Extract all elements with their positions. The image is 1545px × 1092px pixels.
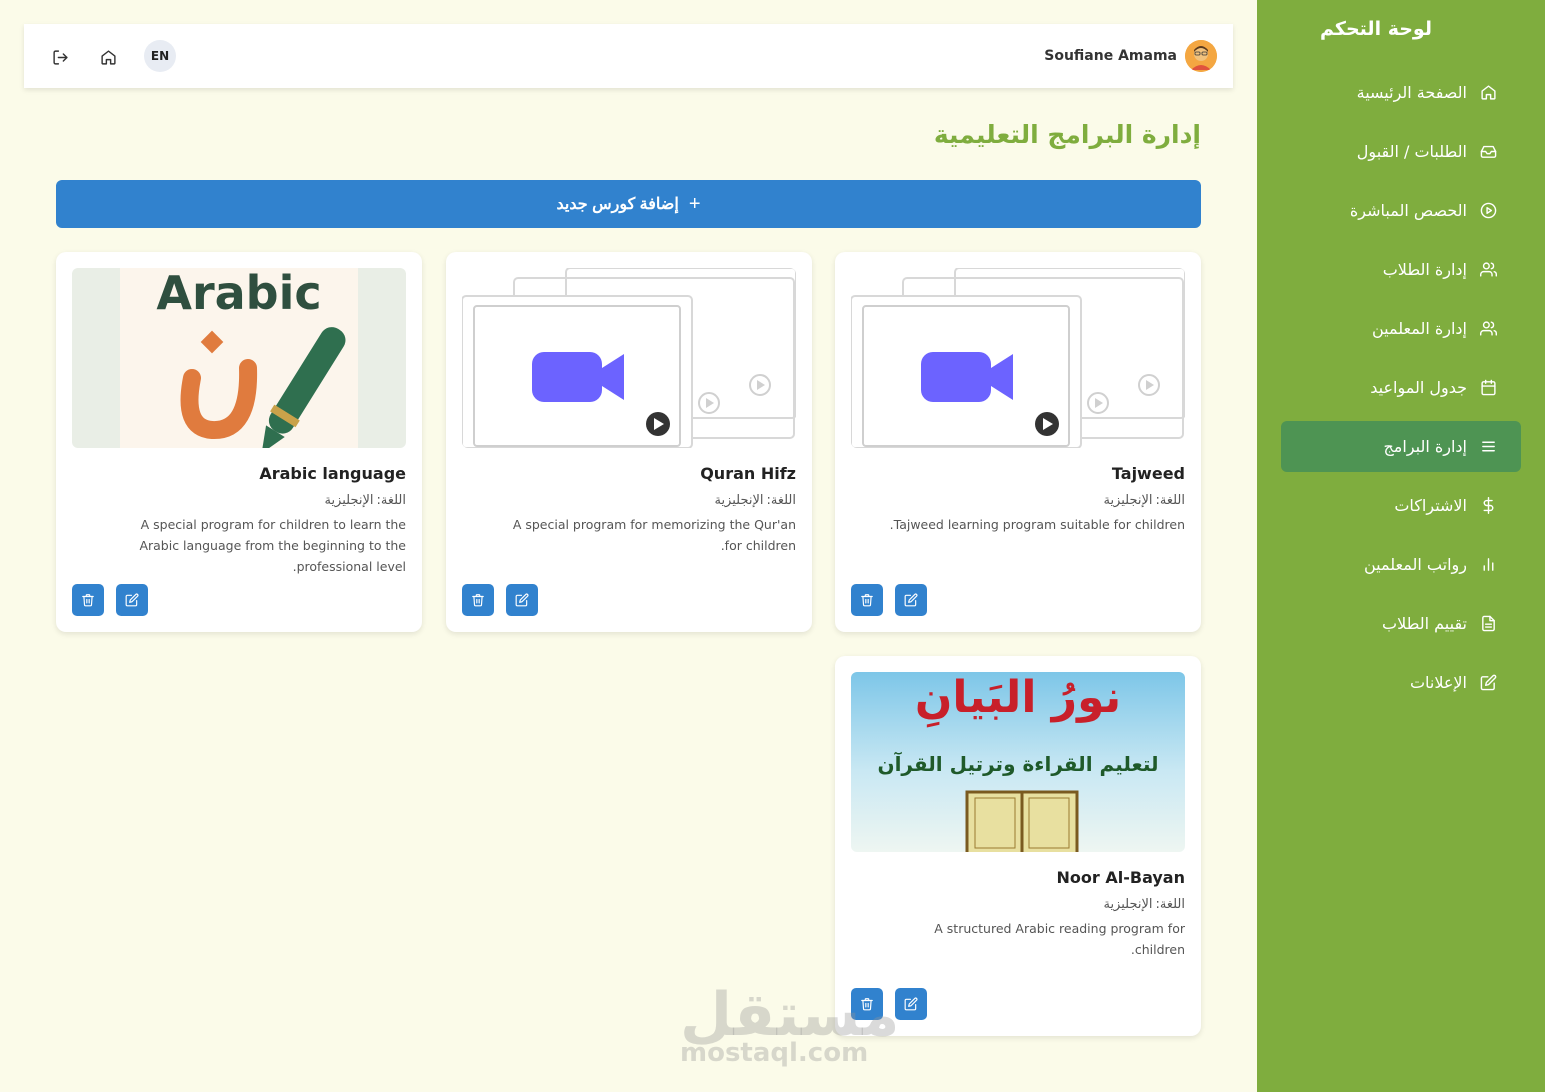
add-course-label: إضافة كورس جديد xyxy=(556,196,679,213)
course-thumbnail xyxy=(851,268,1185,448)
course-thumbnail xyxy=(462,268,796,448)
edit-icon xyxy=(904,997,918,1011)
edit-course-button[interactable] xyxy=(895,988,927,1020)
delete-course-button[interactable] xyxy=(462,584,494,616)
course-card-arabic-language: Arabic Arabic language اللغة: الإنجليزية … xyxy=(56,252,422,632)
language-value: الإنجليزية xyxy=(714,493,764,508)
course-title: Quran Hifz xyxy=(700,464,796,483)
sidebar-item-evaluations[interactable]: تقييم الطلاب xyxy=(1281,598,1521,649)
sidebar-item-label: إدارة المعلمين xyxy=(1371,319,1467,338)
course-thumbnail: Arabic xyxy=(72,268,406,448)
sidebar-title: لوحة التحكم xyxy=(1257,18,1545,40)
list-icon xyxy=(1479,438,1497,456)
language-value: الإنجليزية xyxy=(1103,493,1153,508)
sidebar-item-schedule[interactable]: جدول المواعيد xyxy=(1281,362,1521,413)
video-placeholder-icon xyxy=(851,268,1185,448)
home-button[interactable] xyxy=(93,42,123,72)
users-icon xyxy=(1479,261,1497,279)
course-description: Tajweed learning program suitable for ch… xyxy=(889,517,1185,532)
sidebar-item-label: جدول المواعيد xyxy=(1370,378,1467,397)
language-value: الإنجليزية xyxy=(324,493,374,508)
language-label: اللغة: xyxy=(766,493,797,508)
sidebar-item-announcements[interactable]: الإعلانات xyxy=(1281,657,1521,708)
sidebar-menu: الصفحة الرئيسية الطلبات / القبول الحصص ا… xyxy=(1281,67,1521,716)
top-bar: Soufiane Amama EN xyxy=(24,24,1233,88)
sidebar-item-label: الإعلانات xyxy=(1409,673,1467,692)
course-card-quran-hifz: Quran Hifz اللغة: الإنجليزية A special pr… xyxy=(446,252,812,632)
sidebar-item-salaries[interactable]: رواتب المعلمين xyxy=(1281,539,1521,590)
trash-icon xyxy=(81,593,95,607)
language-toggle[interactable]: EN xyxy=(144,40,176,72)
edit-course-button[interactable] xyxy=(895,584,927,616)
sidebar-item-live-sessions[interactable]: الحصص المباشرة xyxy=(1281,185,1521,236)
bar-chart-icon xyxy=(1479,556,1497,574)
trash-icon xyxy=(471,593,485,607)
course-title: Tajweed xyxy=(1111,464,1185,483)
avatar xyxy=(1185,40,1217,72)
sidebar-item-subscriptions[interactable]: الاشتراكات xyxy=(1281,480,1521,531)
course-language: اللغة: الإنجليزية xyxy=(1103,897,1185,912)
edit-icon xyxy=(515,593,529,607)
sidebar-item-requests[interactable]: الطلبات / القبول xyxy=(1281,126,1521,177)
home-icon xyxy=(1479,84,1497,102)
sidebar-item-programs[interactable]: إدارة البرامج xyxy=(1281,421,1521,472)
page-title: إدارة البرامج التعليمية xyxy=(933,120,1201,149)
language-label: اللغة: xyxy=(1155,897,1186,912)
add-course-button[interactable]: + إضافة كورس جديد xyxy=(56,180,1201,228)
watermark-domain: mostaql.com xyxy=(680,1038,869,1068)
home-icon xyxy=(100,49,117,66)
sidebar-item-home[interactable]: الصفحة الرئيسية xyxy=(1281,67,1521,118)
course-description: A special program for memorizing the Qur… xyxy=(512,517,796,553)
sidebar-item-label: تقييم الطلاب xyxy=(1382,614,1467,633)
logout-icon xyxy=(52,49,69,66)
edit-icon xyxy=(125,593,139,607)
inbox-icon xyxy=(1479,143,1497,161)
edit-course-button[interactable] xyxy=(506,584,538,616)
sidebar-item-teachers[interactable]: إدارة المعلمين xyxy=(1281,303,1521,354)
dollar-icon xyxy=(1479,497,1497,515)
edit-icon xyxy=(904,593,918,607)
language-value: الإنجليزية xyxy=(1103,897,1153,912)
plus-icon: + xyxy=(688,192,701,215)
course-title: Noor Al-Bayan xyxy=(1056,868,1185,887)
user-profile[interactable]: Soufiane Amama xyxy=(1044,40,1217,72)
delete-course-button[interactable] xyxy=(851,584,883,616)
course-language: اللغة: الإنجليزية xyxy=(1103,493,1185,508)
language-label: اللغة: xyxy=(1155,493,1186,508)
language-label: اللغة: xyxy=(376,493,407,508)
sidebar-item-label: الطلبات / القبول xyxy=(1356,142,1467,161)
sidebar: لوحة التحكم الصفحة الرئيسية الطلبات / ال… xyxy=(1257,0,1545,1092)
course-card-tajweed: Tajweed اللغة: الإنجليزية Tajweed learnin… xyxy=(835,252,1201,632)
trash-icon xyxy=(860,593,874,607)
edit-course-button[interactable] xyxy=(116,584,148,616)
logout-button[interactable] xyxy=(45,42,75,72)
sidebar-item-label: الاشتراكات xyxy=(1394,496,1467,515)
sidebar-item-label: الصفحة الرئيسية xyxy=(1356,83,1467,102)
edit-icon xyxy=(1479,674,1497,692)
quran-book-image xyxy=(965,790,1079,852)
thumbnail-text: Arabic xyxy=(156,268,322,320)
course-language: اللغة: الإنجليزية xyxy=(714,493,796,508)
course-card-noor-al-bayan: نورُ البَيانِ لتعليم القراءة وترتيل القر… xyxy=(835,656,1201,1036)
sidebar-item-students[interactable]: إدارة الطلاب xyxy=(1281,244,1521,295)
sidebar-title-text: لوحة التحكم xyxy=(1320,18,1432,40)
delete-course-button[interactable] xyxy=(72,584,104,616)
sidebar-item-label: إدارة البرامج xyxy=(1383,437,1467,456)
users-icon xyxy=(1479,320,1497,338)
username: Soufiane Amama xyxy=(1044,48,1177,64)
course-description: A structured Arabic reading program for … xyxy=(934,921,1185,957)
sidebar-item-label: إدارة الطلاب xyxy=(1382,260,1467,279)
course-description: A special program for children to learn … xyxy=(139,517,406,574)
sidebar-item-label: رواتب المعلمين xyxy=(1364,555,1467,574)
course-thumbnail: نورُ البَيانِ لتعليم القراءة وترتيل القر… xyxy=(851,672,1185,852)
calendar-icon xyxy=(1479,379,1497,397)
video-placeholder-icon xyxy=(462,268,796,448)
play-circle-icon xyxy=(1479,202,1497,220)
course-language: اللغة: الإنجليزية xyxy=(324,493,406,508)
sidebar-item-label: الحصص المباشرة xyxy=(1349,201,1467,220)
course-title: Arabic language xyxy=(259,464,406,483)
file-text-icon xyxy=(1479,615,1497,633)
